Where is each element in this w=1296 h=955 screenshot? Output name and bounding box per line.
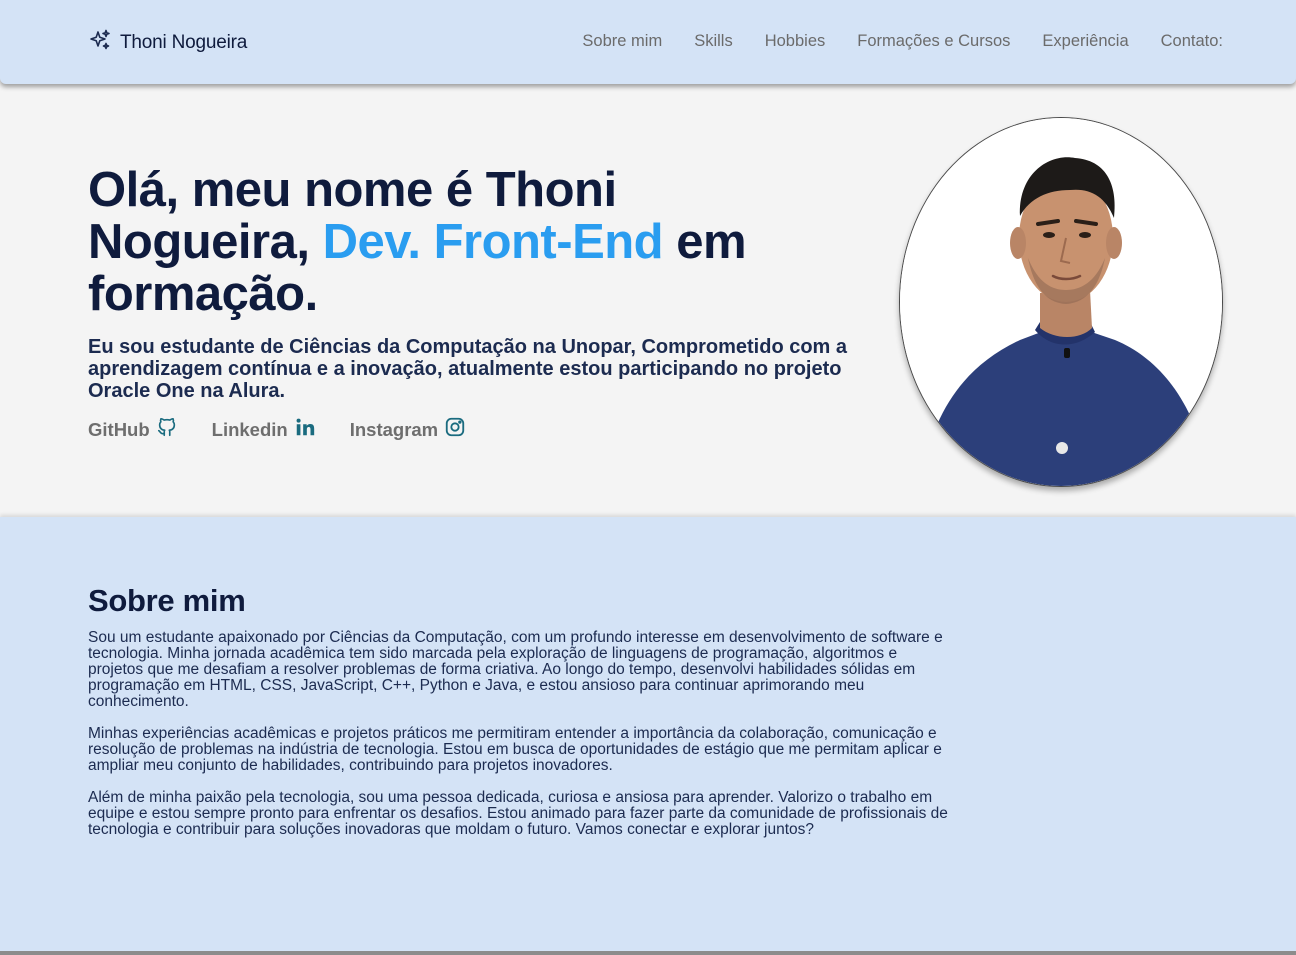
social-links: GitHub Linkedin Instagram (88, 416, 466, 443)
site-header: Thoni Nogueira Sobre mim Skills Hobbies … (0, 0, 1296, 84)
github-link[interactable]: GitHub (88, 416, 178, 443)
profile-portrait (900, 118, 1222, 486)
hero-title-accent: Dev. Front-End (322, 215, 664, 269)
instagram-link[interactable]: Instagram (350, 416, 466, 443)
github-icon (156, 416, 178, 443)
brand-name: Thoni Nogueira (120, 32, 248, 53)
nav-experiencia[interactable]: Experiência (1042, 32, 1128, 51)
github-label: GitHub (88, 418, 150, 440)
hero-title: Olá, meu nome é Thoni Nogueira, Dev. Fro… (88, 164, 828, 320)
about-paragraph: Minhas experiências acadêmicas e projeto… (88, 725, 942, 774)
about-title: Sobre mim (88, 583, 246, 618)
about-section: Sobre mim Sou um estudante apaixonado po… (0, 517, 1296, 951)
linkedin-label: Linkedin (211, 418, 288, 440)
nav-sobre-mim[interactable]: Sobre mim (582, 32, 662, 51)
about-paragraph: Sou um estudante apaixonado por Ciências… (88, 629, 943, 710)
nav-formacoes[interactable]: Formações e Cursos (857, 32, 1010, 51)
hero-section: Olá, meu nome é Thoni Nogueira, Dev. Fro… (0, 84, 1296, 517)
nav-skills[interactable]: Skills (694, 32, 733, 51)
instagram-label: Instagram (349, 418, 439, 440)
bottom-divider (0, 951, 1296, 955)
sparkles-icon (88, 28, 112, 58)
about-paragraph: Além de minha paixão pela tecnologia, so… (88, 789, 948, 838)
nav-contato[interactable]: Contato: (1161, 32, 1223, 51)
hero-subtitle: Eu sou estudante de Ciências da Computaç… (88, 336, 848, 402)
about-text: Sou um estudante apaixonado por Ciências… (88, 630, 948, 854)
main-nav: Sobre mim Skills Hobbies Formações e Cur… (582, 30, 1223, 52)
instagram-icon (444, 416, 466, 443)
brand[interactable]: Thoni Nogueira (88, 28, 248, 58)
linkedin-link[interactable]: Linkedin (212, 416, 316, 443)
nav-hobbies[interactable]: Hobbies (765, 32, 826, 51)
linkedin-icon (294, 416, 316, 443)
profile-photo (899, 117, 1223, 487)
